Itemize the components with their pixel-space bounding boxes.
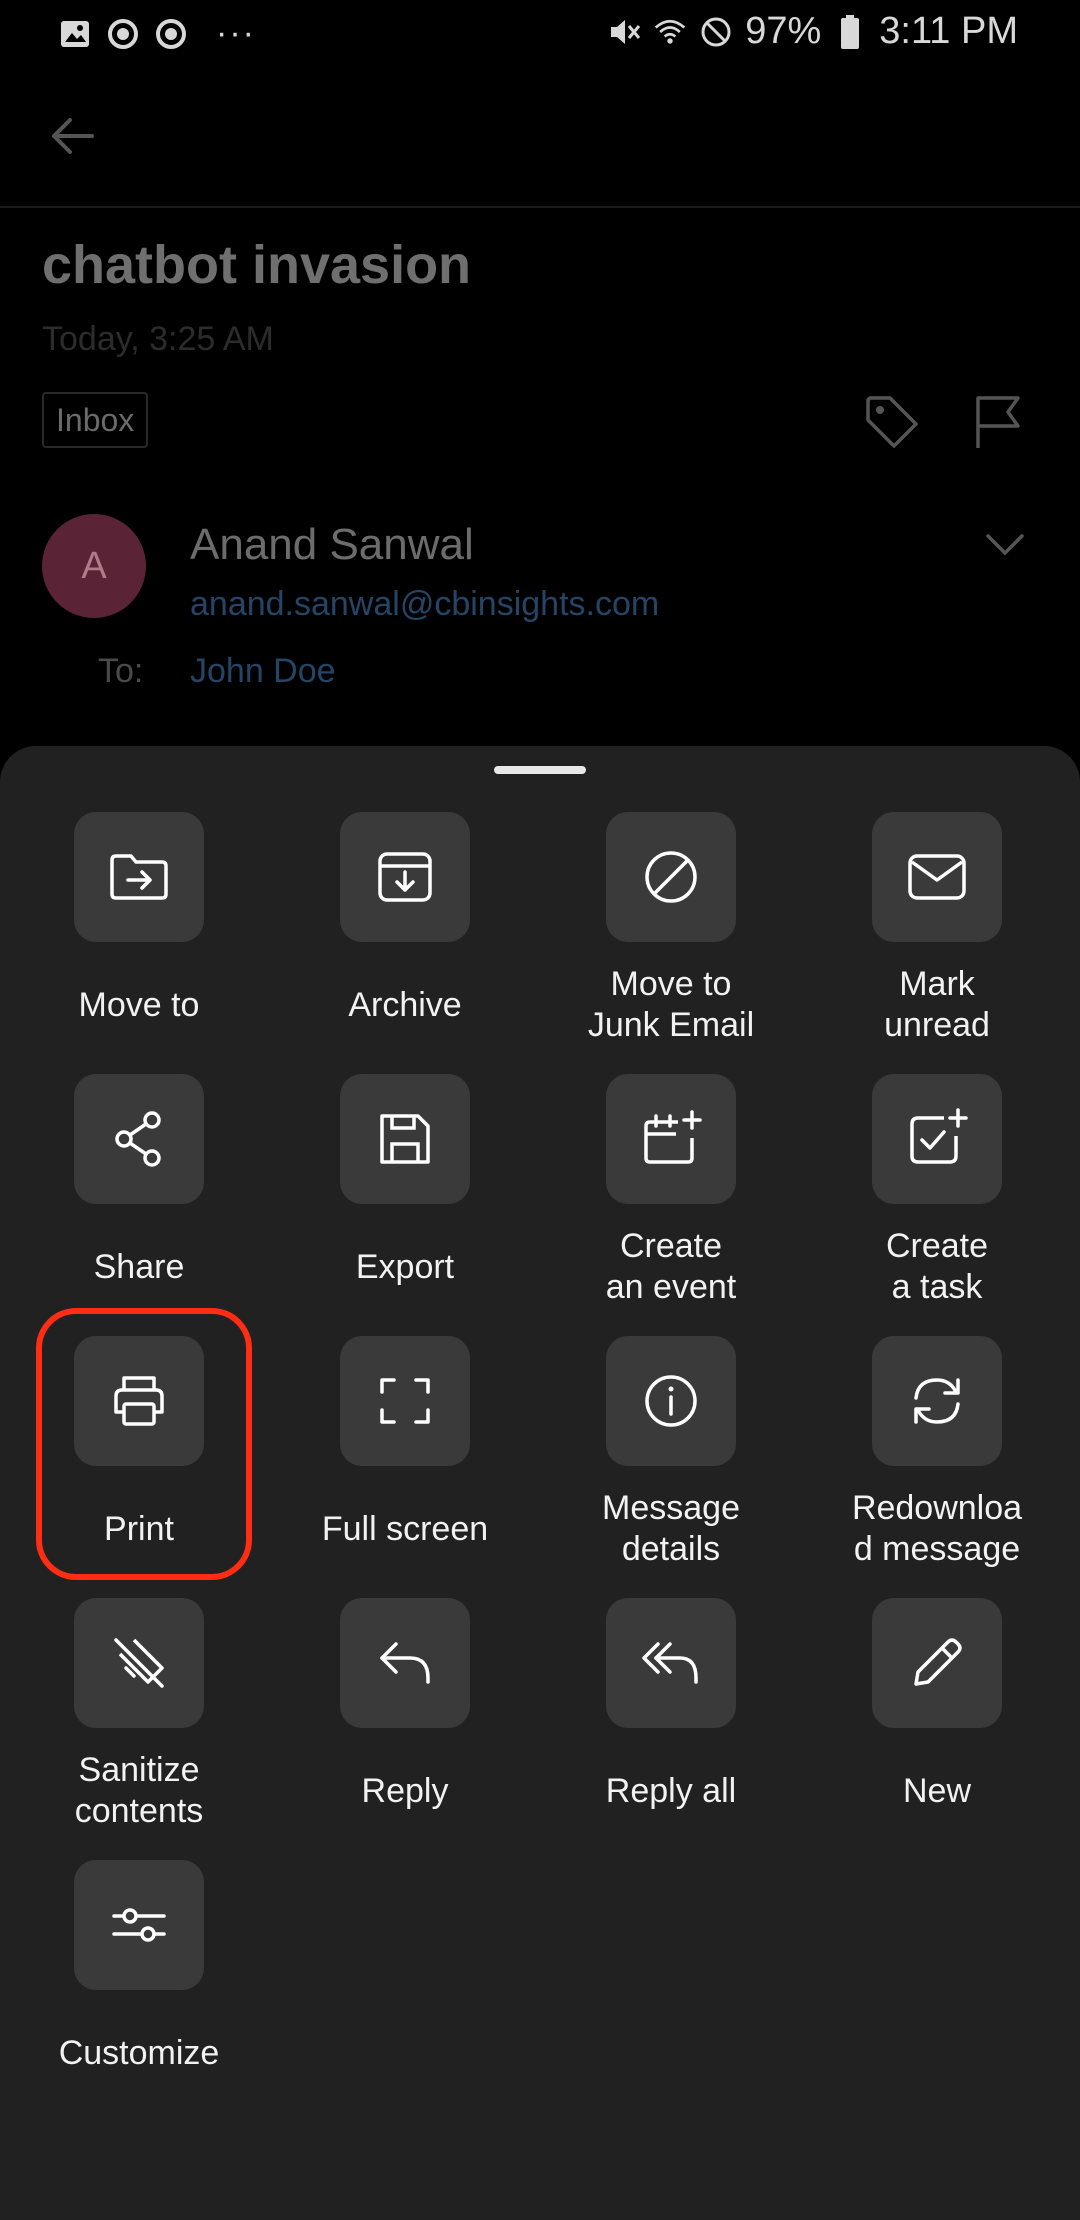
- mute-icon: [607, 15, 641, 49]
- action-label: Customize: [58, 2033, 220, 2072]
- email-date: Today, 3:25 AM: [42, 320, 274, 358]
- fullscreen-icon: [380, 1378, 430, 1424]
- action-label: Mark unread: [884, 965, 990, 1044]
- share-button[interactable]: Share: [6, 1074, 272, 1308]
- export-button[interactable]: Export: [272, 1074, 538, 1308]
- new-message-button[interactable]: New: [804, 1598, 1070, 1832]
- message-details-button[interactable]: Message details: [538, 1336, 804, 1570]
- chevron-down-icon[interactable]: [980, 520, 1030, 570]
- customize-button[interactable]: Customize: [6, 1860, 272, 2094]
- action-label: Reply all: [605, 1771, 737, 1810]
- back-arrow-icon[interactable]: [44, 108, 100, 164]
- calendar-add-icon: [644, 1110, 702, 1164]
- action-label: Redownloa d message: [851, 1489, 1023, 1568]
- create-event-tile: [606, 1074, 736, 1204]
- print-button[interactable]: Print: [6, 1336, 272, 1570]
- reply-tile: [340, 1598, 470, 1728]
- refresh-icon: [914, 1378, 960, 1424]
- system-icons: 97% 3:11 PM: [607, 10, 1018, 53]
- do-not-disturb-icon: [699, 15, 733, 49]
- folder-move-icon: [110, 854, 168, 900]
- printer-icon: [114, 1376, 164, 1426]
- print-tile: [74, 1336, 204, 1466]
- action-label: Sanitize contents: [74, 1751, 204, 1830]
- block-icon: [645, 851, 697, 903]
- sanitize-contents-button[interactable]: Sanitize contents: [6, 1598, 272, 1832]
- recipient[interactable]: John Doe: [190, 652, 336, 691]
- customize-tile: [74, 1860, 204, 1990]
- new-message-tile: [872, 1598, 1002, 1728]
- reply-icon: [380, 1642, 430, 1684]
- junk-tile: [606, 812, 736, 942]
- action-label: New: [902, 1771, 972, 1810]
- create-task-button[interactable]: Create a task: [804, 1074, 1070, 1308]
- actions-bottom-sheet: Move to Archive Move to Junk Email Mark …: [0, 746, 1080, 2220]
- redownload-message-button[interactable]: Redownloa d message: [804, 1336, 1070, 1570]
- action-label: Message details: [602, 1489, 740, 1568]
- action-label: Export: [355, 1247, 455, 1286]
- wifi-icon: [653, 15, 687, 49]
- share-icon: [115, 1111, 161, 1167]
- mark-unread-button[interactable]: Mark unread: [804, 812, 1070, 1046]
- folder-tag[interactable]: Inbox: [42, 392, 149, 448]
- action-label: Print: [104, 1509, 174, 1548]
- sender-name: Anand Sanwal: [190, 520, 474, 569]
- export-tile: [340, 1074, 470, 1204]
- reply-all-button[interactable]: Reply all: [538, 1598, 804, 1832]
- app-notification-icon: [154, 17, 188, 51]
- redownload-tile: [872, 1336, 1002, 1466]
- create-task-tile: [872, 1074, 1002, 1204]
- clock: 3:11 PM: [879, 10, 1018, 52]
- sliders-icon: [112, 1908, 166, 1942]
- action-label: Move to Junk Email: [587, 965, 755, 1044]
- full-screen-tile: [340, 1336, 470, 1466]
- action-label: Share: [93, 1247, 185, 1286]
- battery-percentage: 97%: [745, 10, 822, 52]
- mark-unread-tile: [872, 812, 1002, 942]
- sheet-drag-handle[interactable]: [494, 766, 586, 774]
- battery-icon: [833, 14, 867, 49]
- create-event-button[interactable]: Create an event: [538, 1074, 804, 1308]
- task-add-icon: [910, 1108, 968, 1164]
- move-to-junk-button[interactable]: Move to Junk Email: [538, 812, 804, 1046]
- status-bar: ··· 97% 3:11 PM: [0, 0, 1080, 64]
- archive-button[interactable]: Archive: [272, 812, 538, 1046]
- avatar[interactable]: A: [42, 514, 146, 618]
- gallery-icon: [58, 17, 92, 51]
- reply-button[interactable]: Reply: [272, 1598, 538, 1832]
- app-notification-icon: [106, 17, 140, 51]
- email-view: chatbot invasion Today, 3:25 AM Inbox A …: [0, 64, 1080, 764]
- action-label: Full screen: [321, 1509, 489, 1548]
- reply-all-tile: [606, 1598, 736, 1728]
- more-notifications-indicator: ···: [216, 14, 256, 52]
- sanitize-tile: [74, 1598, 204, 1728]
- save-icon: [380, 1114, 430, 1164]
- message-details-tile: [606, 1336, 736, 1466]
- share-tile: [74, 1074, 204, 1204]
- action-label: Archive: [348, 985, 462, 1024]
- move-to-button[interactable]: Move to: [6, 812, 272, 1046]
- sender-email[interactable]: anand.sanwal@cbinsights.com: [190, 585, 659, 624]
- full-screen-button[interactable]: Full screen: [272, 1336, 538, 1570]
- to-label: To:: [98, 652, 144, 690]
- archive-tile: [340, 812, 470, 942]
- tag-icon[interactable]: [860, 390, 924, 454]
- action-label: Reply: [361, 1771, 449, 1810]
- move-to-tile: [74, 812, 204, 942]
- email-toolbar: [0, 64, 1080, 208]
- archive-icon: [378, 852, 432, 902]
- reply-all-icon: [642, 1642, 698, 1684]
- action-label: Move to: [78, 985, 200, 1024]
- action-label: Create an event: [605, 1227, 737, 1306]
- info-icon: [645, 1375, 697, 1427]
- envelope-icon: [908, 854, 966, 900]
- action-label: Create a task: [885, 1227, 989, 1306]
- sanitize-icon: [114, 1638, 164, 1688]
- email-subject: chatbot invasion: [42, 235, 472, 295]
- notification-icons: ···: [58, 14, 256, 53]
- pencil-icon: [914, 1638, 962, 1686]
- flag-icon[interactable]: [966, 390, 1030, 454]
